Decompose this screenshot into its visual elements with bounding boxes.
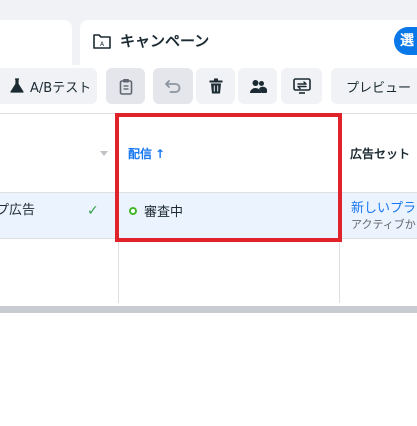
tab-previous[interactable] [0,20,72,65]
ab-test-label: A/Bテスト [30,80,92,96]
adset-name-link[interactable]: 新しいプラ [351,197,416,216]
campaign-tab-title: キャンペーン [120,32,210,50]
column-header-adset[interactable]: 広告セット [350,145,410,162]
compare-button[interactable] [281,68,322,104]
horizontal-scrollbar[interactable] [0,306,417,313]
sort-arrow-icon: ↑ [155,146,166,161]
status-dot-icon [129,206,137,215]
table-header-row: 配信 ↑ 広告セット [0,113,417,193]
undo-button[interactable] [153,68,193,104]
delivery-header-label: 配信 [128,147,153,161]
tab-strip: A キャンペーン 選 [0,0,417,65]
preview-button[interactable]: プレビュー [331,68,417,104]
people-icon [249,79,267,94]
table-row[interactable]: プ広告 ✓ 審査中 新しいプラ アクティブか [0,193,417,239]
column-header-delivery[interactable]: 配信 ↑ [128,145,165,162]
sort-caret-icon[interactable] [100,151,108,156]
check-icon: ✓ [87,203,99,219]
column-divider[interactable] [118,113,119,303]
ad-name-cell[interactable]: プ広告 [0,199,35,218]
tab-campaign[interactable]: A キャンペーン 選 [80,20,417,65]
delivery-status-cell: 審査中 [129,201,183,220]
swap-icon [292,78,311,94]
select-button[interactable]: 選 [394,27,417,55]
flask-icon [10,78,24,94]
toolbar: A/Bテスト プレビュー [0,65,417,113]
ab-test-button[interactable]: A/Bテスト [0,68,97,104]
undo-icon [164,79,182,93]
ads-table: 配信 ↑ 広告セット プ広告 ✓ 審査中 新しいプラ アクティブか [0,113,417,306]
column-divider[interactable] [339,113,340,303]
adset-status-text: アクティブか [351,218,416,231]
svg-text:A: A [100,41,105,48]
preview-label: プレビュー [346,80,412,96]
clipboard-icon [119,78,133,95]
trash-icon [209,78,223,94]
duplicate-button[interactable] [106,68,145,104]
folder-icon: A [92,32,112,50]
delete-button[interactable] [196,68,235,104]
delivery-status-text: 審査中 [144,205,184,220]
audience-button[interactable] [238,68,277,104]
